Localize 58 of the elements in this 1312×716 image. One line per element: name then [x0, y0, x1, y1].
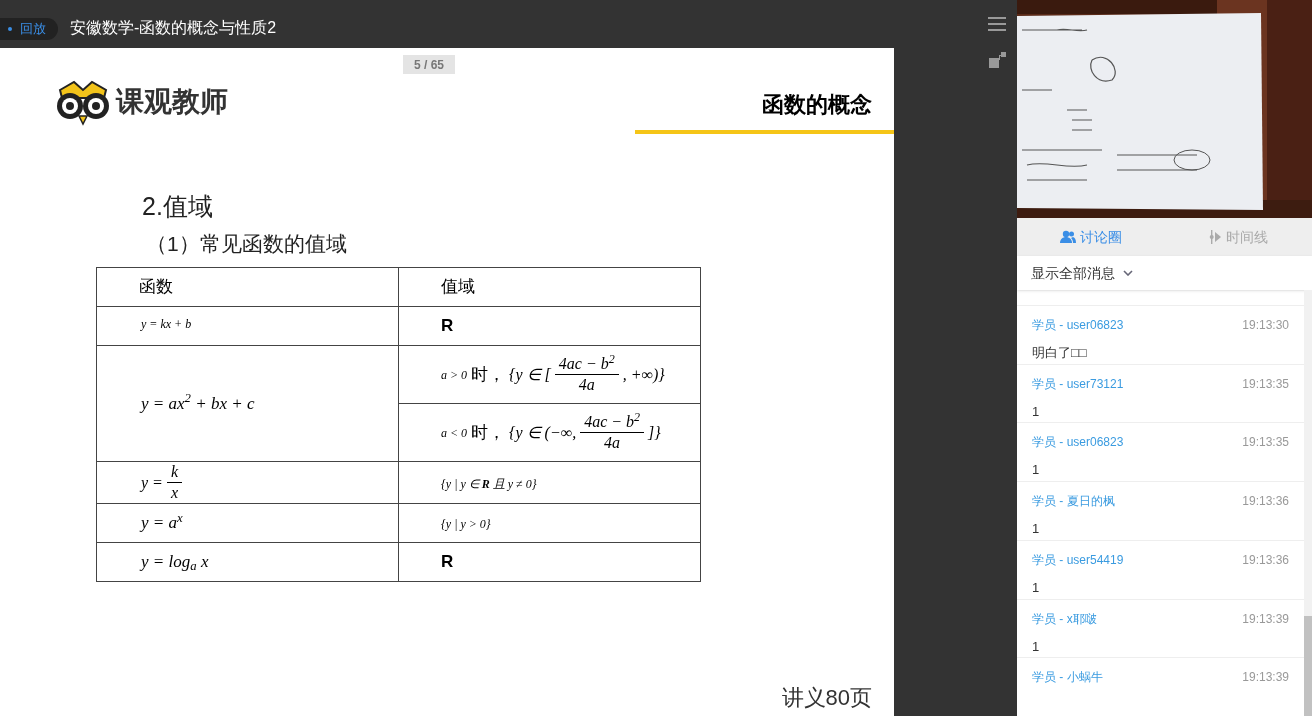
message-time: 19:13:35: [1242, 434, 1289, 452]
message-text: 明白了□□: [1032, 344, 1088, 362]
math-text: y = kx + b: [141, 317, 192, 331]
message-time: 19:13:39: [1242, 610, 1289, 628]
replay-badge[interactable]: 回放: [0, 18, 58, 40]
column-header: 函数: [96, 267, 399, 307]
math-text: a < 0: [441, 424, 468, 442]
owl-logo-icon: [54, 78, 112, 126]
message-time: 19:13:30: [1242, 317, 1289, 334]
panel-tab[interactable]: 讨论圈: [1017, 218, 1165, 256]
cell-text: R: [441, 552, 454, 572]
message-time: 19:13:39: [1242, 669, 1289, 687]
message-text: 1: [1032, 637, 1041, 656]
page-counter: 5 / 65: [414, 56, 444, 74]
fraction: k x: [166, 462, 182, 503]
switch-view-icon[interactable]: [989, 52, 1006, 68]
timeline-icon: [1208, 230, 1223, 244]
fraction: 4ac − b$^{2}$ 4a: [554, 354, 619, 395]
fraction: 4ac − b$^{2}$ 4a: [580, 412, 645, 453]
subsection-title: （1）常见函数的值域: [146, 231, 347, 255]
math-text: {y ∈ [: [509, 364, 551, 386]
message-author: 学员 - 小蜗牛: [1032, 669, 1103, 687]
message-text: 1: [1032, 402, 1041, 421]
users-icon: [1059, 230, 1076, 244]
message-text: 1: [1032, 461, 1041, 480]
message-time: 19:13:36: [1242, 493, 1289, 511]
math-text: y = ax$^{2}$ + bx + c: [141, 393, 255, 413]
message-filter-dropdown[interactable]: 显示全部消息: [1017, 256, 1312, 290]
math-text: {y | y > 0}: [441, 517, 491, 531]
math-text: {y ∈ (−∞,: [509, 422, 577, 444]
message-author: 学员 - user54419: [1032, 551, 1124, 569]
math-text: {y | y ∈ R 且 y ≠ 0}: [441, 476, 537, 491]
message-author: 学员 - user06823: [1032, 317, 1124, 334]
math-text: , +∞)}: [622, 364, 665, 386]
section-title: 2.值域: [142, 192, 213, 220]
cell-text: R: [441, 316, 454, 336]
message-time: 19:13:36: [1242, 551, 1289, 569]
slide-heading: 函数的概念: [762, 91, 873, 119]
chevron-down-icon: [1123, 270, 1133, 276]
math-text: y = a$^{x}$: [141, 513, 183, 533]
math-text: a > 0: [441, 366, 468, 384]
message-time: 19:13:35: [1242, 375, 1289, 393]
cell-text: 时，: [471, 363, 506, 386]
column-header: 值域: [398, 267, 701, 307]
message-author: 学员 - x耶啵: [1032, 610, 1097, 628]
message-author: 学员 - 夏日的枫: [1032, 493, 1115, 511]
menu-icon[interactable]: [988, 16, 1006, 32]
message-author: 学员 - user06823: [1032, 434, 1124, 452]
cell-text: 时，: [471, 421, 506, 444]
logo-text: 课观教师: [116, 85, 228, 119]
math-text: y =: [141, 472, 163, 494]
lesson-title: 安徽数学-函数的概念与性质2: [70, 18, 277, 38]
math-text: ]}: [648, 422, 661, 443]
math-text: y = log$_{a}$ x: [141, 552, 209, 572]
handout-page-note: 讲义80页: [781, 684, 872, 712]
message-text: 1: [1032, 520, 1041, 539]
message-author: 学员 - user73121: [1032, 375, 1124, 393]
message-text: 1: [1032, 578, 1041, 597]
